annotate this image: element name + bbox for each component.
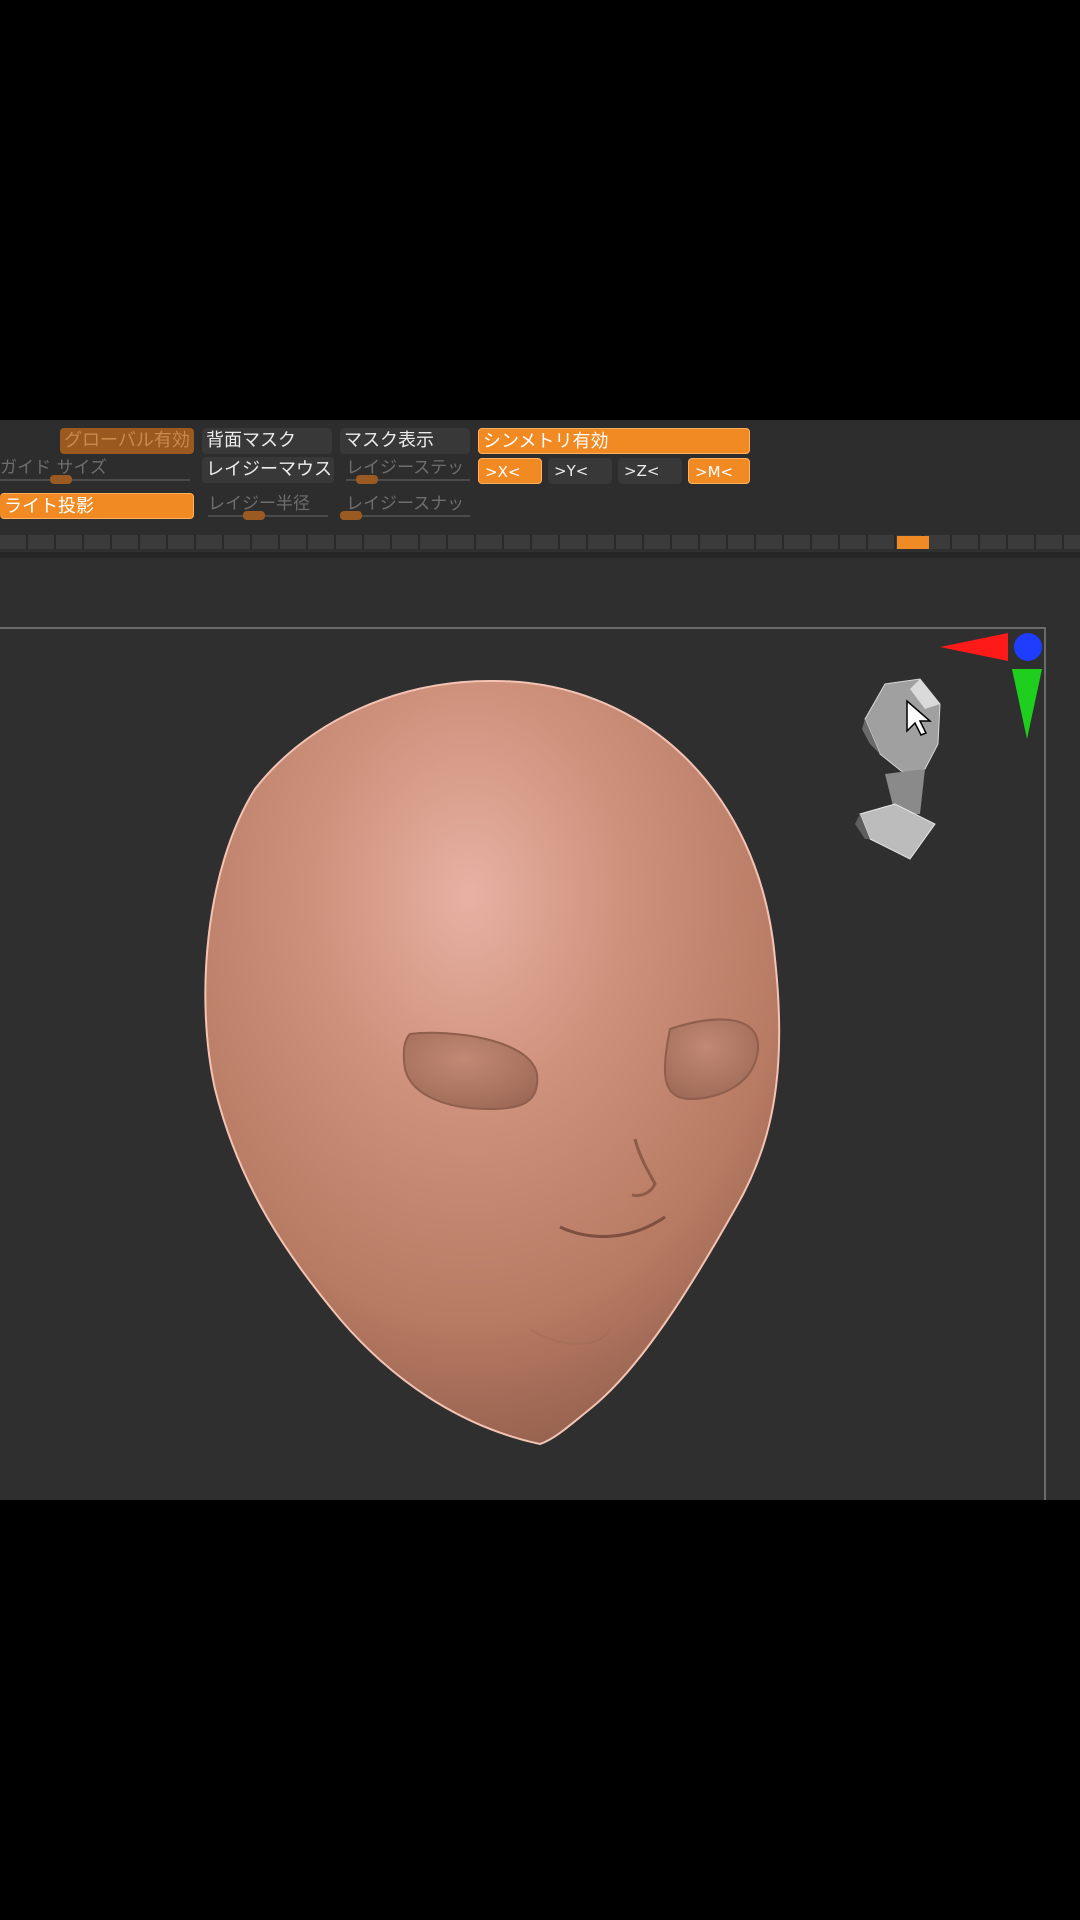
lazy-mouse-button[interactable]: レイジーマウス <box>202 457 334 483</box>
brush-settings-toolbar: グローバル有効 背面マスク マスク表示 シンメトリ有効 ガイド サイズ レイジー… <box>0 420 1080 535</box>
light-projection-button[interactable]: ライト投影 <box>0 493 194 519</box>
lazy-radius-slider-knob[interactable] <box>243 511 265 520</box>
lazy-step-slider-knob[interactable] <box>356 475 378 484</box>
symmetry-y-button[interactable]: >Y< <box>548 458 612 484</box>
lazy-radius-slider-track[interactable] <box>208 515 328 517</box>
palette-scroll-thumb[interactable] <box>897 536 929 549</box>
mouse-cursor-icon <box>906 699 933 736</box>
backface-mask-button[interactable]: 背面マスク <box>202 428 332 454</box>
symmetry-x-button[interactable]: >X< <box>478 458 542 484</box>
lazy-snap-slider-knob[interactable] <box>340 511 362 520</box>
toolbar-divider <box>0 552 1080 558</box>
global-enable-button[interactable]: グローバル有効 <box>60 428 194 454</box>
green-arrow-icon[interactable] <box>1012 669 1042 739</box>
symmetry-z-button[interactable]: >Z< <box>618 458 682 484</box>
3d-viewport[interactable] <box>0 627 1046 1500</box>
blue-sphere-icon[interactable] <box>1014 633 1042 661</box>
red-arrow-icon[interactable] <box>940 633 1008 661</box>
lazy-snap-slider-track[interactable] <box>346 515 470 517</box>
symmetry-enable-button[interactable]: シンメトリ有効 <box>478 428 750 454</box>
symmetry-m-button[interactable]: >M< <box>688 458 750 484</box>
guide-size-slider-knob[interactable] <box>50 475 72 484</box>
guide-size-slider-track[interactable] <box>0 479 190 481</box>
mask-display-button[interactable]: マスク表示 <box>340 428 470 454</box>
sculpt-app: グローバル有効 背面マスク マスク表示 シンメトリ有効 ガイド サイズ レイジー… <box>0 420 1080 1500</box>
